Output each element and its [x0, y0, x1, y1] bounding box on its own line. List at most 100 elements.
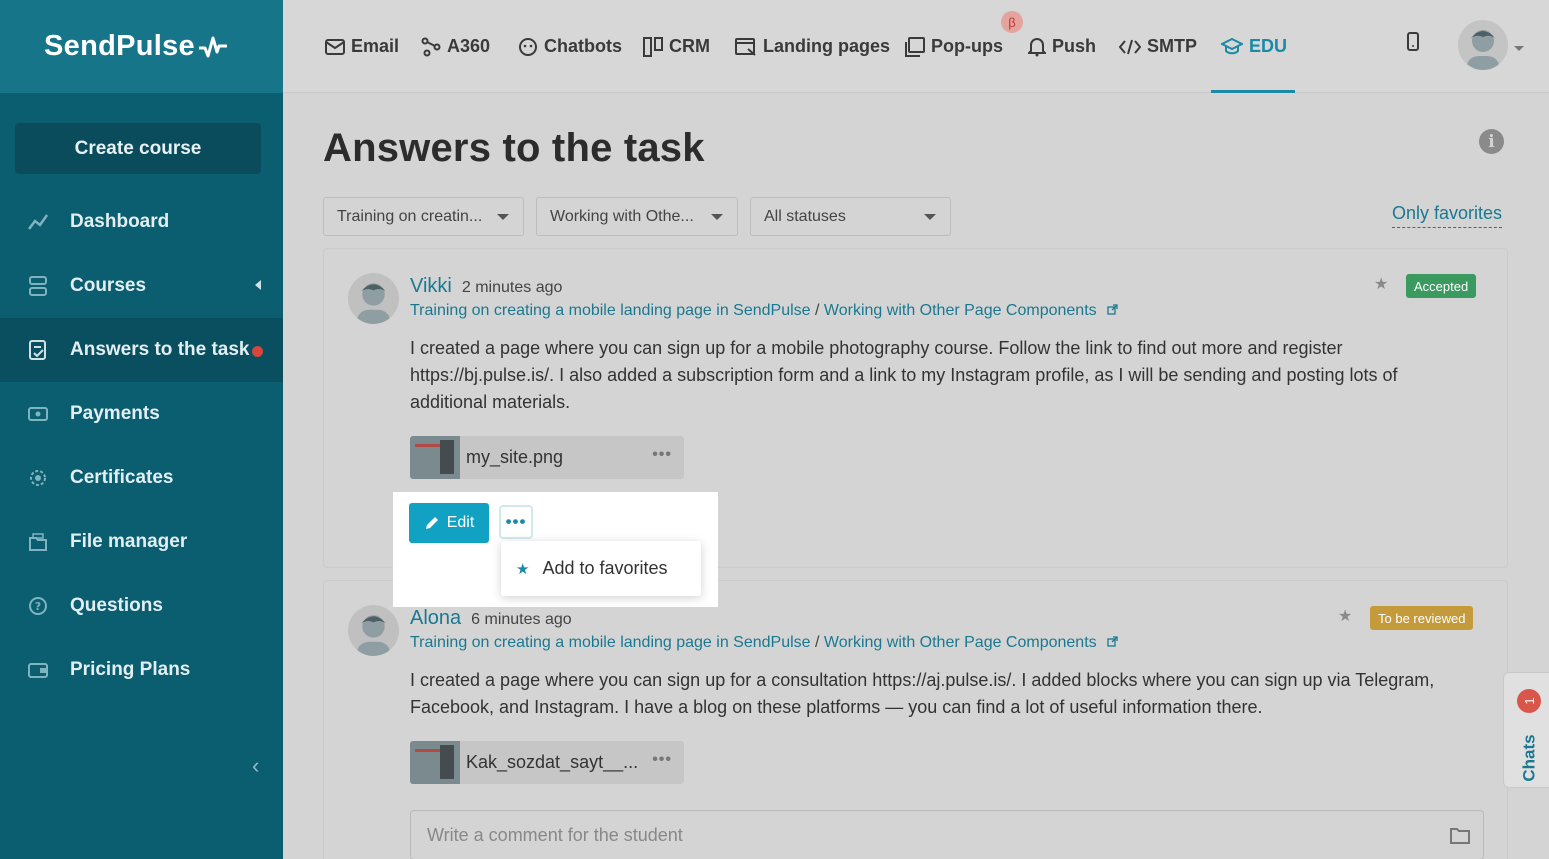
more-horizontal-icon[interactable]: •••	[652, 446, 672, 464]
more-actions-button[interactable]: •••	[499, 505, 533, 539]
timestamp: 6 minutes ago	[471, 611, 572, 628]
mobile-icon[interactable]	[1406, 31, 1420, 58]
menu-item-label: Add to favorites	[542, 558, 668, 578]
folder-icon[interactable]	[1449, 825, 1471, 850]
author-name[interactable]: Vikki	[410, 275, 452, 297]
answer-card: Alona 6 minutes ago Training on creating …	[323, 580, 1508, 859]
notification-dot	[251, 345, 263, 357]
course-link[interactable]: Training on creating a mobile landing pa…	[410, 634, 811, 651]
comment-input[interactable]: Write a comment for the student	[410, 810, 1484, 859]
info-icon[interactable]: i	[1479, 129, 1504, 154]
timestamp: 2 minutes ago	[461, 279, 563, 296]
file-thumbnail	[410, 436, 460, 479]
topnav-a360[interactable]: A360	[421, 0, 490, 93]
favorite-star-icon[interactable]: ★	[1338, 606, 1352, 626]
file-name: my_site.png	[466, 447, 564, 467]
crm-icon	[643, 36, 663, 57]
chats-label: Chats	[1519, 734, 1539, 782]
create-course-button[interactable]: Create course	[15, 123, 261, 174]
chevron-down-icon	[711, 214, 723, 220]
only-favorites-link[interactable]: Only favorites	[1392, 203, 1503, 228]
sidebar: SendPulse Create course Dashboard Course…	[0, 0, 283, 859]
a360-icon	[421, 37, 441, 57]
more-horizontal-icon[interactable]: •••	[652, 751, 672, 769]
chevron-down-icon[interactable]	[1514, 46, 1524, 51]
lesson-filter-select[interactable]: Working with Othe...	[536, 197, 738, 236]
external-link-icon[interactable]	[1107, 302, 1118, 320]
sidebar-item-answers[interactable]: Answers to the task	[0, 318, 283, 382]
dashboard-icon	[26, 210, 50, 234]
attachment-file[interactable]: my_site.png •••	[410, 436, 684, 479]
questions-icon: ?	[26, 594, 50, 618]
answer-text: I created a page where you can sign up f…	[410, 338, 1398, 412]
attachment-file[interactable]: Kak_sozdat_sayt__... •••	[410, 741, 684, 784]
logo-area: SendPulse	[0, 0, 283, 93]
student-avatar	[348, 273, 399, 324]
sidebar-item-pricing[interactable]: Pricing Plans	[0, 638, 283, 702]
file-thumbnail	[410, 741, 460, 784]
topnav-popups[interactable]: Pop-ups	[905, 0, 1003, 93]
sidebar-item-label: Courses	[70, 275, 147, 296]
code-icon	[1119, 38, 1141, 56]
file-manager-icon	[26, 530, 50, 554]
beta-badge: β	[1001, 11, 1023, 33]
sendpulse-logo[interactable]: SendPulse	[44, 30, 228, 63]
topnav-crm[interactable]: CRM	[643, 0, 710, 93]
topnav-email[interactable]: Email	[325, 0, 399, 93]
course-filter-select[interactable]: Training on creatin...	[323, 197, 524, 236]
chats-widget[interactable]: 1 Chats	[1503, 672, 1549, 788]
student-avatar	[348, 605, 399, 656]
certificates-icon	[26, 466, 50, 490]
expand-caret-icon[interactable]	[255, 280, 261, 290]
pencil-icon	[425, 517, 438, 529]
payments-icon	[26, 402, 50, 426]
author-line: Vikki 2 minutes ago	[410, 275, 562, 298]
sidebar-item-questions[interactable]: ? Questions	[0, 574, 283, 638]
chats-count-badge: 1	[1517, 689, 1541, 713]
status-badge: To be reviewed	[1370, 606, 1474, 630]
svg-text:?: ?	[35, 600, 41, 613]
topnav-edu[interactable]: EDU	[1221, 0, 1287, 93]
chevron-down-icon	[924, 214, 936, 220]
sidebar-item-label: Questions	[70, 595, 163, 616]
sidebar-item-label: Dashboard	[70, 211, 170, 232]
sidebar-item-dashboard[interactable]: Dashboard	[0, 190, 283, 254]
comment-placeholder: Write a comment for the student	[427, 824, 683, 845]
course-path: Training on creating a mobile landing pa…	[410, 634, 1118, 652]
courses-icon	[26, 274, 50, 298]
edit-button[interactable]: Edit	[409, 503, 489, 543]
mail-icon	[325, 38, 345, 56]
topnav-push[interactable]: Push	[1028, 0, 1096, 93]
chevron-down-icon	[497, 214, 509, 220]
sidebar-item-file-manager[interactable]: File manager	[0, 510, 283, 574]
landing-icon	[735, 37, 757, 57]
file-name: Kak_sozdat_sayt__...	[466, 752, 639, 772]
sidebar-item-payments[interactable]: Payments	[0, 382, 283, 446]
pulse-icon	[198, 36, 227, 57]
author-line: Alona 6 minutes ago	[410, 607, 572, 630]
course-link[interactable]: Training on creating a mobile landing pa…	[410, 302, 811, 319]
topnav-smtp[interactable]: SMTP	[1119, 0, 1197, 93]
add-to-favorites-menu-item[interactable]: ★ Add to favorites	[501, 541, 701, 596]
sidebar-item-courses[interactable]: Courses	[0, 254, 283, 318]
sidebar-item-label: File manager	[70, 531, 188, 552]
main-content: Answers to the task i Training on creati…	[283, 93, 1549, 859]
top-navigation: Email A360 Chatbots CRM Landing pages Po…	[283, 0, 1549, 93]
path-separator: /	[815, 302, 820, 319]
sidebar-item-label: Certificates	[70, 467, 174, 488]
topnav-chatbots[interactable]: Chatbots	[518, 0, 622, 93]
lesson-link[interactable]: Working with Other Page Components	[824, 302, 1097, 319]
topnav-landing-pages[interactable]: Landing pages	[735, 0, 890, 93]
collapse-sidebar-icon[interactable]: ‹	[252, 753, 259, 779]
external-link-icon[interactable]	[1107, 634, 1118, 652]
author-name[interactable]: Alona	[410, 607, 461, 629]
sidebar-item-certificates[interactable]: Certificates	[0, 446, 283, 510]
lesson-link[interactable]: Working with Other Page Components	[824, 634, 1097, 651]
page-title: Answers to the task	[323, 126, 705, 170]
pricing-icon	[26, 658, 50, 682]
graduation-cap-icon	[1221, 37, 1243, 57]
status-filter-select[interactable]: All statuses	[750, 197, 951, 236]
favorite-star-icon[interactable]: ★	[1374, 274, 1388, 294]
user-avatar[interactable]	[1458, 20, 1508, 70]
status-badge: Accepted	[1406, 274, 1477, 298]
